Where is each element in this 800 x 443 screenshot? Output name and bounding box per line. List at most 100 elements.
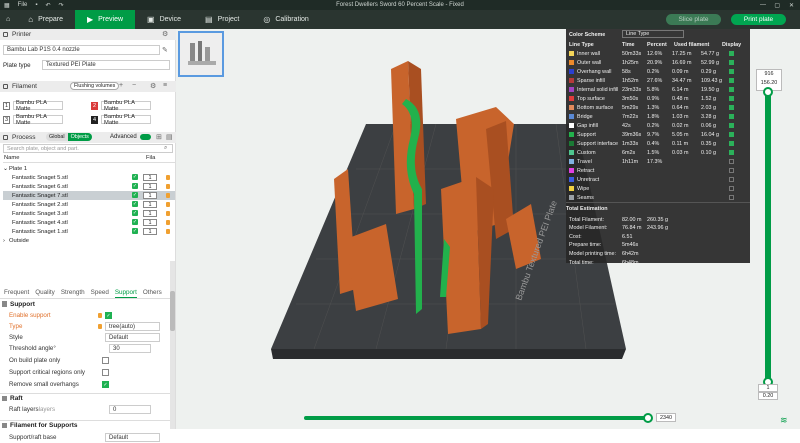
display-checkbox[interactable]	[729, 78, 734, 83]
filament-slot-2[interactable]: 2 Bambu PLA Matte	[91, 100, 151, 112]
display-checkbox[interactable]	[729, 159, 734, 164]
collapse-icon[interactable]: ⌄	[3, 166, 8, 172]
raft-layers-input[interactable]: 0	[109, 405, 151, 414]
layers-icon[interactable]: ≋	[780, 415, 788, 426]
filament-slot-3[interactable]: 3 Bambu PLA Matte	[3, 114, 63, 126]
tab-project[interactable]: ▤ Project	[193, 10, 251, 29]
printer-select[interactable]: Bambu Lab P1S 0.4 nozzle	[3, 45, 160, 55]
expand-icon: ›	[3, 237, 5, 244]
line-type-name: Support interface	[577, 140, 619, 147]
tab-others[interactable]: Others	[143, 289, 162, 298]
display-checkbox[interactable]	[729, 195, 734, 200]
line-type-time: 39m36s	[622, 131, 642, 138]
minimize-icon[interactable]: —	[756, 2, 770, 8]
display-checkbox[interactable]	[729, 150, 734, 155]
maximize-icon[interactable]: ▢	[770, 2, 784, 9]
filament-list-icon[interactable]: ≡	[163, 82, 167, 89]
tab-support[interactable]: Support	[114, 289, 137, 298]
display-checkbox[interactable]	[729, 132, 734, 137]
legend-row: Support interface 1m33s 0.4% 0.11 m 0.35…	[566, 139, 750, 148]
display-checkbox[interactable]	[729, 69, 734, 74]
remove-filament-icon[interactable]: −	[132, 82, 136, 89]
plate-type-select[interactable]: Textured PEI Plate	[42, 60, 170, 70]
list-item[interactable]: Fantastic Snaget 2.stl ✓ 1	[3, 200, 175, 209]
params-scrollbar[interactable]	[170, 261, 175, 429]
process-compare-icon[interactable]: ⊞	[156, 133, 162, 141]
display-checkbox[interactable]	[729, 51, 734, 56]
tab-preview[interactable]: ▶ Preview	[74, 10, 136, 29]
remove-small-overhangs-checkbox[interactable]: ✓	[102, 381, 109, 388]
lock-icon	[166, 193, 170, 198]
tab-prepare[interactable]: ⌂ Prepare	[16, 10, 75, 29]
list-item[interactable]: Fantastic Snaget 5.stl ✓ 1	[3, 173, 175, 182]
filament-slot-1[interactable]: 1 Bambu PLA Matte	[3, 100, 63, 112]
swatch	[569, 150, 574, 155]
process-save-icon[interactable]: ▤	[166, 133, 173, 141]
tab-calibration[interactable]: ◎ Calibration	[251, 10, 320, 29]
printer-settings-icon[interactable]: ⚙	[162, 30, 168, 38]
swatch	[569, 141, 574, 146]
global-toggle[interactable]: Global	[46, 133, 68, 141]
threshold-angle-input[interactable]: 30	[109, 344, 151, 353]
plate-node[interactable]: ⌄ Plate 1	[3, 164, 175, 173]
close-icon[interactable]: ✕	[785, 2, 798, 9]
list-item[interactable]: Fantastic Snaget 1.stl ✓ 1	[3, 227, 175, 236]
flushing-volumes-button[interactable]: Flushing volumes	[70, 82, 120, 90]
advanced-switch[interactable]	[140, 134, 151, 140]
raft-icon	[2, 396, 7, 401]
color-scheme-select[interactable]: Line Type	[622, 30, 684, 38]
outside-node[interactable]: › Outside	[3, 236, 175, 245]
tab-speed[interactable]: Speed	[91, 289, 109, 298]
edit-printer-icon[interactable]: ✎	[162, 46, 168, 54]
swatch	[569, 195, 574, 200]
objects-toggle[interactable]: Objects	[67, 133, 92, 141]
build-plate-only-checkbox[interactable]	[102, 357, 109, 364]
legend-header: Line Type Time Percent Used filament Display	[569, 41, 742, 48]
display-checkbox[interactable]	[729, 168, 734, 173]
tab-device[interactable]: ▣ Device	[135, 10, 193, 29]
lock-icon	[166, 211, 170, 216]
tab-quality[interactable]: Quality	[35, 289, 55, 298]
display-checkbox[interactable]	[729, 96, 734, 101]
layer-slider-top-handle[interactable]	[763, 87, 773, 97]
display-checkbox[interactable]	[729, 141, 734, 146]
display-checkbox[interactable]	[729, 87, 734, 92]
scrollbar-thumb[interactable]	[170, 291, 175, 331]
enable-support-checkbox[interactable]: ✓	[105, 312, 112, 319]
move-slider-handle[interactable]	[643, 413, 653, 423]
list-item[interactable]: Fantastic Snaget 4.stl ✓ 1	[3, 218, 175, 227]
home-icon[interactable]: ⌂	[0, 10, 16, 29]
list-item[interactable]: Fantastic Snaget 6.stl ✓ 1	[3, 182, 175, 191]
tab-strength[interactable]: Strength	[61, 289, 85, 298]
layer-slider-track[interactable]	[765, 92, 771, 382]
print-plate-button[interactable]: Print plate	[731, 14, 786, 25]
estimation-value: 76.84 m	[622, 225, 642, 232]
support-base-select[interactable]: Default	[105, 433, 160, 442]
line-type-name: Custom	[577, 149, 596, 156]
list-item-selected[interactable]: Fantastic Snaget 7.stl ✓ 1	[3, 191, 175, 200]
display-checkbox[interactable]	[729, 60, 734, 65]
support-type-select[interactable]: tree(auto)	[105, 322, 160, 331]
search-icon[interactable]: ⌕	[164, 145, 167, 152]
filament-index: 1	[143, 174, 157, 181]
display-checkbox[interactable]	[729, 123, 734, 128]
filament-sync-icon[interactable]: ⚙	[150, 82, 156, 90]
tab-frequent[interactable]: Frequent	[4, 289, 29, 298]
title-bar: ▦ File ▪ ↶ ↷ Forest Dwellers Sword 60 Pe…	[0, 0, 800, 10]
filament-slot-4[interactable]: 4 Bambu PLA Matte	[91, 114, 151, 126]
line-type-length: 0.09 m	[672, 68, 689, 75]
global-objects-toggle[interactable]: Global Objects	[46, 133, 92, 141]
line-type-time: 58s	[622, 68, 631, 75]
process-icon	[3, 135, 8, 140]
object-search-input[interactable]: Search plate, object and part.	[3, 144, 173, 153]
list-item[interactable]: Fantastic Snaget 3.stl ✓ 1	[3, 209, 175, 218]
support-style-select[interactable]: Default	[105, 333, 160, 342]
display-checkbox[interactable]	[729, 186, 734, 191]
slice-plate-button[interactable]: Slice plate	[666, 14, 721, 25]
display-checkbox[interactable]	[729, 114, 734, 119]
critical-regions-checkbox[interactable]	[102, 369, 109, 376]
display-checkbox[interactable]	[729, 177, 734, 182]
add-filament-icon[interactable]: +	[119, 82, 123, 89]
move-slider-track[interactable]	[304, 416, 652, 420]
display-checkbox[interactable]	[729, 105, 734, 110]
